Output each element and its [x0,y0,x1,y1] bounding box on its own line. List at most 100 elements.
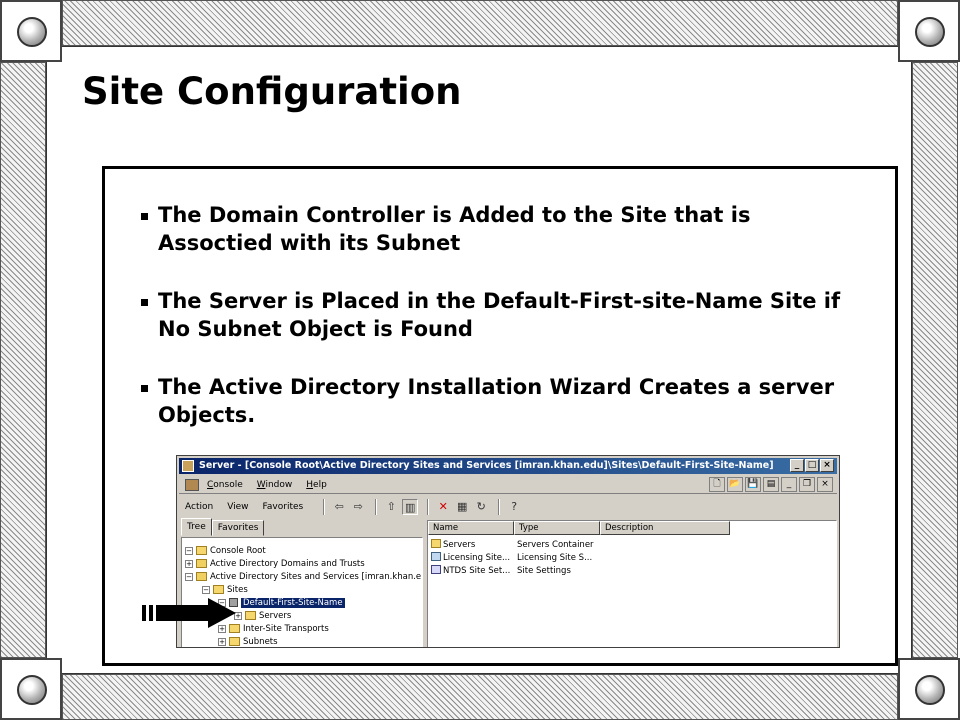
list-item[interactable]: Licensing Site... Licensing Site S... [428,551,836,564]
menu-console-label: onsole [213,479,243,490]
tree-item[interactable]: − Active Directory Sites and Services [i… [182,570,422,583]
corner-bottom-left [0,658,62,720]
toolbar-separator [427,499,430,515]
console-tree: − Console Root + Active Directory Domain… [181,537,423,647]
list-item[interactable]: NTDS Site Set... Site Settings [428,564,836,577]
rivet-icon [17,675,47,705]
tab-favorites[interactable]: Favorites [211,520,265,536]
menu-window-label: indow [265,479,293,490]
collapse-toggle[interactable]: − [185,572,193,581]
rivet-icon [915,17,945,47]
menu-window[interactable]: Window [257,480,293,490]
list-item-type: Licensing Site S... [517,552,593,563]
frame-hatch-left [0,62,46,658]
list-item[interactable]: Servers Servers Container [428,538,836,551]
square-bullet-icon [141,299,148,306]
frame-line-right [911,62,912,658]
forward-icon[interactable]: ⇨ [350,499,366,515]
square-bullet-icon [141,213,148,220]
help-icon[interactable]: ? [506,499,522,515]
close-button[interactable]: × [820,459,834,472]
toolbar-separator [323,499,326,515]
site-settings-icon [431,565,441,574]
delete-icon[interactable]: ✕ [435,499,451,515]
menu-help[interactable]: Help [306,480,327,490]
folder-icon [196,546,207,555]
collapse-toggle[interactable]: − [185,546,193,555]
bullet-item: The Active Directory Installation Wizard… [141,373,881,429]
toolbar-separator [498,499,501,515]
menu-view[interactable]: View [227,502,248,512]
list-cell-name: NTDS Site Set... [428,565,514,576]
mmc-app-icon [182,460,194,472]
console-icon [185,478,199,491]
frame-line-bottom [62,673,898,674]
folder-icon [229,637,240,646]
details-pane: Name Type Description Servers Servers Co… [427,520,837,647]
window-titlebar[interactable]: Server - [Console Root\Active Directory … [179,458,837,474]
slide-title: Site Configuration [82,70,462,113]
bullet-item: The Domain Controller is Added to the Si… [141,201,881,257]
arrow-right-icon [142,598,236,628]
refresh-icon[interactable]: ↻ [473,499,489,515]
tree-item-label: Active Directory Domains and Trusts [210,558,365,569]
folder-icon [213,585,224,594]
frame-hatch-right [912,62,958,658]
menu-action[interactable]: Action [185,502,213,512]
licensing-icon [431,552,441,561]
mdi-minimize-button[interactable]: _ [781,477,797,492]
new-window-icon[interactable]: ▤ [763,477,779,492]
menu-console[interactable]: Console [207,480,243,490]
menu-help-label: elp [313,479,327,490]
column-header-description[interactable]: Description [600,521,730,535]
mdi-close-button[interactable]: × [817,477,833,492]
minimize-button[interactable]: _ [790,459,804,472]
expand-toggle[interactable]: + [218,637,226,646]
tree-item[interactable]: − Console Root [182,544,422,557]
tree-item[interactable]: − Sites [182,583,422,596]
open-icon[interactable]: 📂 [727,477,743,492]
tree-pane: Tree Favorites − Console Root + Active D… [181,518,423,647]
corner-top-left [0,0,62,62]
maximize-button[interactable]: □ [805,459,819,472]
menu-favorites[interactable]: Favorites [263,502,304,512]
corner-bottom-right [898,658,960,720]
up-folder-icon[interactable]: ⇧ [383,499,399,515]
properties-icon[interactable]: ▦ [454,499,470,515]
tree-item[interactable]: + Subnets [182,635,422,647]
action-menubar: Action View Favorites ⇦ ⇨ ⇧ ▥ ✕ ▦ ↻ ? [179,497,837,517]
tab-tree[interactable]: Tree [181,518,212,536]
tree-item-label: Subnets [243,636,278,647]
console-menubar: Console Window Help 🗋 📂 💾 ▤ _ ❐ × [179,476,837,494]
rivet-icon [915,675,945,705]
column-headers: Name Type Description [428,521,836,535]
window-controls: _ □ × [789,459,834,472]
save-icon[interactable]: 💾 [745,477,761,492]
menu-help-mnemonic: H [306,479,314,490]
tree-item-label: Inter-Site Transports [243,623,329,634]
list-item-name: Licensing Site... [443,553,511,563]
list-item-name: Servers [443,540,476,550]
tree-item-label: Servers [259,610,292,621]
back-icon[interactable]: ⇦ [331,499,347,515]
frame-hatch-bottom [62,674,898,720]
list-cell-name: Licensing Site... [428,552,514,563]
column-header-type[interactable]: Type [514,521,600,535]
list-item-type: Site Settings [517,565,571,576]
mdi-restore-button[interactable]: ❐ [799,477,815,492]
frame-line-top [62,46,898,47]
show-tree-icon[interactable]: ▥ [402,499,419,515]
tree-item-label: Default-First-Site-Name [240,596,346,609]
toolbar-separator [375,499,378,515]
sites-services-icon [196,572,207,581]
tree-item-label: Console Root [210,545,266,556]
tree-item[interactable]: + Active Directory Domains and Trusts [182,557,422,570]
bullet-text: The Domain Controller is Added to the Si… [158,203,751,255]
folder-icon [431,539,441,548]
console-toolbar: 🗋 📂 💾 ▤ _ ❐ × [707,477,833,492]
expand-toggle[interactable]: + [185,559,193,568]
column-header-name[interactable]: Name [428,521,514,535]
new-icon[interactable]: 🗋 [709,477,725,492]
corner-top-right [898,0,960,62]
collapse-toggle[interactable]: − [202,585,210,594]
